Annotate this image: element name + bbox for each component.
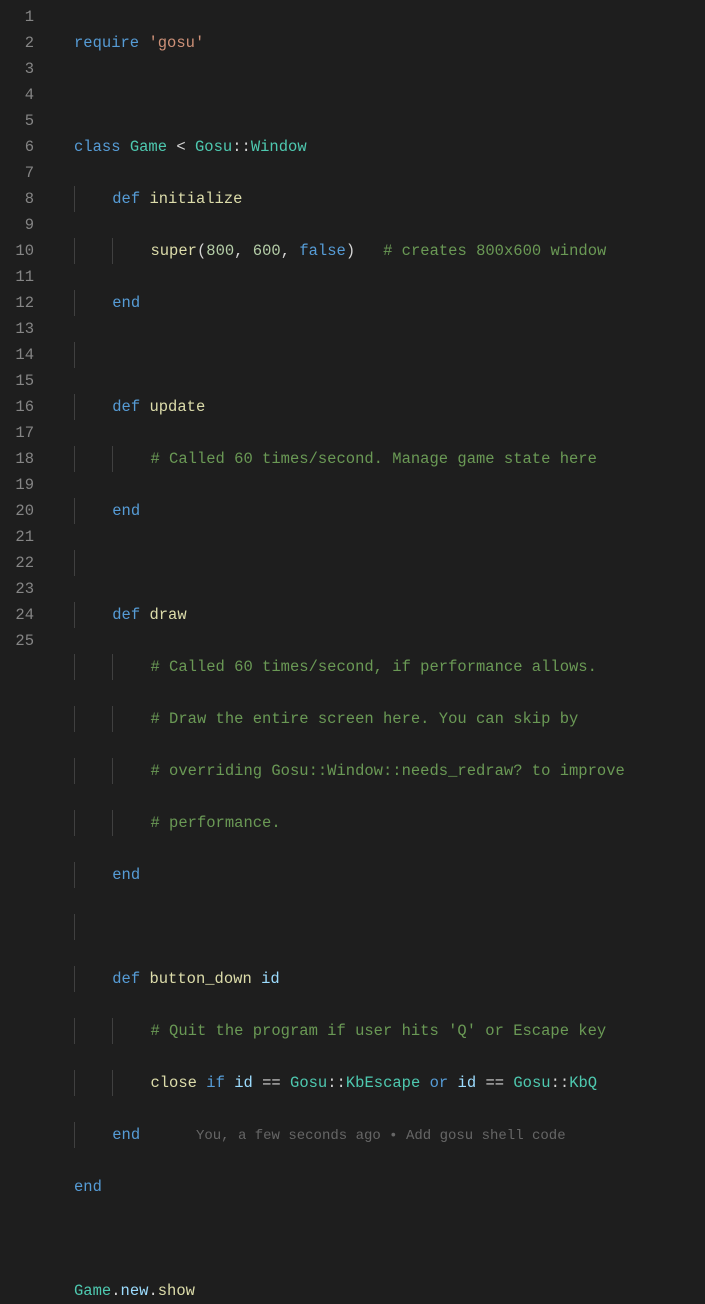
line-number: 14 [0, 342, 34, 368]
line-number: 13 [0, 316, 34, 342]
comment: # overriding Gosu::Window::needs_redraw?… [150, 762, 624, 780]
keyword-end: end [112, 294, 140, 312]
code-content[interactable]: require 'gosu' class Game < Gosu::Window… [52, 0, 705, 652]
code-line[interactable]: close if id == Gosu::KbEscape or id == G… [74, 1070, 705, 1096]
class-name: Gosu [195, 138, 232, 156]
constant: KbEscape [346, 1074, 420, 1092]
code-line[interactable]: end You, a few seconds ago • Add gosu sh… [74, 1122, 705, 1148]
line-number: 18 [0, 446, 34, 472]
method-call: close [150, 1074, 197, 1092]
line-number: 24 [0, 602, 34, 628]
comment: # Called 60 times/second, if performance… [150, 658, 596, 676]
number-literal: 800 [206, 242, 234, 260]
line-number: 6 [0, 134, 34, 160]
code-line[interactable] [74, 1226, 705, 1252]
line-number: 2 [0, 30, 34, 56]
line-number: 25 [0, 628, 34, 654]
comment: # Draw the entire screen here. You can s… [150, 710, 578, 728]
line-number: 16 [0, 394, 34, 420]
comment: # Called 60 times/second. Manage game st… [150, 450, 596, 468]
line-number: 20 [0, 498, 34, 524]
method-name: initialize [149, 190, 242, 208]
code-line[interactable] [74, 82, 705, 108]
line-number: 19 [0, 472, 34, 498]
keyword-if: if [206, 1074, 225, 1092]
code-line[interactable]: class Game < Gosu::Window [74, 134, 705, 160]
code-line[interactable]: # Called 60 times/second, if performance… [74, 654, 705, 680]
method-name: button_down [149, 970, 251, 988]
line-number: 1 [0, 4, 34, 30]
line-number: 5 [0, 108, 34, 134]
keyword-def: def [112, 190, 140, 208]
code-line[interactable]: end [74, 1174, 705, 1200]
keyword-def: def [112, 970, 140, 988]
variable: id [234, 1074, 253, 1092]
code-line[interactable]: def initialize [74, 186, 705, 212]
method-name: update [149, 398, 205, 416]
code-line[interactable]: # Quit the program if user hits 'Q' or E… [74, 1018, 705, 1044]
keyword-end: end [112, 502, 140, 520]
method-call: super [150, 242, 197, 260]
line-number: 8 [0, 186, 34, 212]
code-line[interactable] [74, 550, 705, 576]
code-editor[interactable]: 1 2 3 4 5 6 7 8 9 10 11 12 13 14 15 16 1… [0, 0, 705, 652]
variable: id [458, 1074, 477, 1092]
comment: # creates 800x600 window [383, 242, 606, 260]
class-name: Gosu [513, 1074, 550, 1092]
method-name: draw [149, 606, 186, 624]
class-name: Gosu [290, 1074, 327, 1092]
line-number-gutter: 1 2 3 4 5 6 7 8 9 10 11 12 13 14 15 16 1… [0, 0, 52, 652]
git-blame-annotation[interactable]: You, a few seconds ago • Add gosu shell … [196, 1128, 566, 1144]
comment: # Quit the program if user hits 'Q' or E… [150, 1022, 606, 1040]
code-line[interactable]: def draw [74, 602, 705, 628]
line-number: 7 [0, 160, 34, 186]
keyword-class: class [74, 138, 121, 156]
code-line[interactable]: def update [74, 394, 705, 420]
parameter: id [261, 970, 280, 988]
code-line[interactable]: # Called 60 times/second. Manage game st… [74, 446, 705, 472]
line-number: 11 [0, 264, 34, 290]
string-literal: 'gosu' [148, 34, 204, 52]
code-line[interactable]: super(800, 600, false) # creates 800x600… [74, 238, 705, 264]
comment: # performance. [150, 814, 280, 832]
code-line[interactable] [74, 914, 705, 940]
line-number: 15 [0, 368, 34, 394]
code-line[interactable]: def button_down id [74, 966, 705, 992]
code-line[interactable]: end [74, 862, 705, 888]
code-line[interactable] [74, 342, 705, 368]
code-line[interactable]: # overriding Gosu::Window::needs_redraw?… [74, 758, 705, 784]
keyword-def: def [112, 606, 140, 624]
constant: KbQ [569, 1074, 597, 1092]
keyword-end: end [74, 1178, 102, 1196]
line-number: 10 [0, 238, 34, 264]
line-number: 3 [0, 56, 34, 82]
keyword-end: end [112, 866, 140, 884]
line-number: 23 [0, 576, 34, 602]
line-number: 9 [0, 212, 34, 238]
line-number: 22 [0, 550, 34, 576]
code-line[interactable]: # Draw the entire screen here. You can s… [74, 706, 705, 732]
keyword-def: def [112, 398, 140, 416]
boolean-literal: false [299, 242, 346, 260]
code-line[interactable]: require 'gosu' [74, 30, 705, 56]
line-number: 21 [0, 524, 34, 550]
keyword-require: require [74, 34, 139, 52]
code-line[interactable]: end [74, 498, 705, 524]
line-number: 17 [0, 420, 34, 446]
code-line[interactable]: end [74, 290, 705, 316]
method-call: new [121, 1282, 149, 1300]
line-number: 4 [0, 82, 34, 108]
number-literal: 600 [253, 242, 281, 260]
code-line[interactable]: # performance. [74, 810, 705, 836]
method-call: show [158, 1282, 195, 1300]
class-name: Game [130, 138, 167, 156]
class-name: Window [251, 138, 307, 156]
line-number: 12 [0, 290, 34, 316]
code-line[interactable]: Game.new.show [74, 1278, 705, 1304]
class-name: Game [74, 1282, 111, 1300]
keyword-end: end [112, 1126, 140, 1144]
keyword-or: or [430, 1074, 449, 1092]
